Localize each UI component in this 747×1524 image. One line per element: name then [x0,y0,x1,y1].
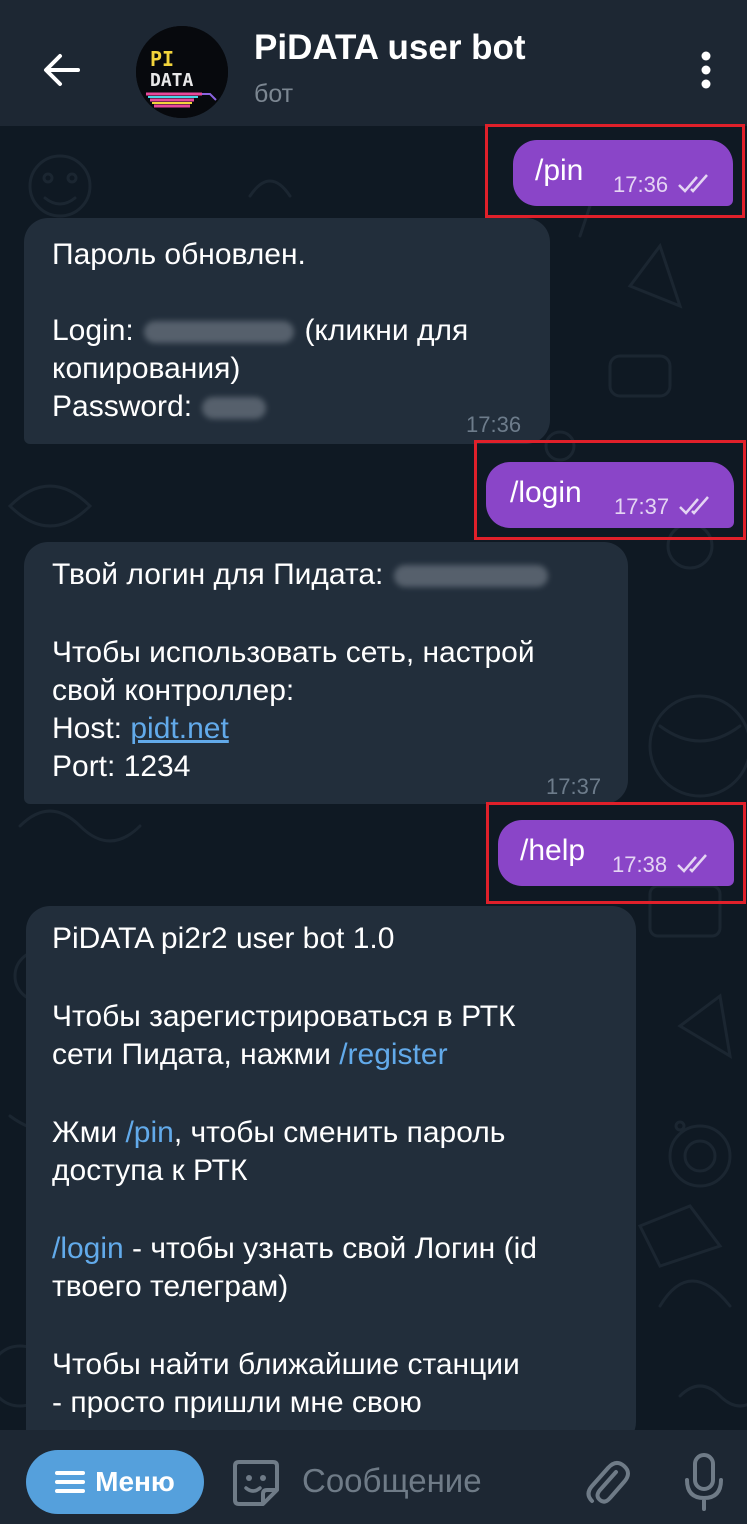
message-line: доступа к РТК [52,1154,248,1187]
host-label: Host: [52,712,123,745]
message-fragment: , чтобы сменить пароль [173,1116,506,1149]
password-line: Password: [52,388,268,426]
login-line: Login: (кликни для [52,312,468,350]
message-line: Чтобы зарегистрироваться в РТК [52,1000,516,1033]
login-cmd-line: /login - чтобы узнать свой Логин (id [52,1230,537,1268]
highlight-box [486,802,746,904]
message-composer: Меню [0,1430,747,1524]
pin-line: Жми /pin, чтобы сменить пароль [52,1114,505,1152]
register-command-link[interactable]: /register [339,1038,447,1071]
register-line: сети Пидата, нажми /register [52,1036,448,1074]
login-info-label: Твой логин для Пидата: [52,558,384,591]
back-button[interactable] [36,44,88,96]
message-line: Чтобы использовать сеть, настрой [52,636,535,669]
incoming-message[interactable]: Пароль обновлен. Login: (кликни для копи… [24,218,550,444]
port-line: Port: 1234 [52,750,191,783]
message-input[interactable] [300,1452,564,1510]
incoming-message[interactable]: PiDATA pi2r2 user bot 1.0 Чтобы зарегист… [26,906,636,1446]
login-label: Login: [52,314,134,347]
message-fragment: сети Пидата, нажми [52,1038,331,1071]
password-label: Password: [52,390,193,423]
login-command-link[interactable]: /login [52,1232,124,1265]
avatar-text-bottom: DATA [150,70,194,91]
pin-command-link[interactable]: /pin [125,1116,173,1149]
microphone-icon[interactable] [680,1452,728,1512]
host-link[interactable]: pidt.net [130,712,228,745]
incoming-message[interactable]: Твой логин для Пидата: Чтобы использоват… [24,542,628,804]
highlight-box [474,440,746,540]
chat-header: PI DATA PiDATA user bot бот [0,0,747,126]
hamburger-icon [55,1471,86,1493]
login-info-line: Твой логин для Пидата: [52,556,550,594]
blurred-login[interactable] [393,565,548,588]
sticker-icon[interactable] [229,1456,283,1510]
message-line: PiDATA pi2r2 user bot 1.0 [52,922,395,955]
avatar-text-top: PI [150,47,174,71]
message-time: 17:37 [546,774,602,799]
message-line: - просто пришли мне свою [52,1386,422,1419]
host-line: Host: pidt.net [52,710,229,748]
message-line: твоего телеграм) [52,1270,289,1303]
arrow-left-icon [44,54,80,86]
more-vertical-icon [701,51,711,89]
bot-avatar[interactable]: PI DATA [136,26,228,118]
message-fragment: Жми [52,1116,118,1149]
menu-label: Меню [95,1466,175,1497]
message-line: Пароль обновлен. [52,238,306,271]
blurred-login[interactable] [144,321,295,344]
chat-title[interactable]: PiDATA user bot [254,28,526,68]
login-note-line: копирования) [52,352,241,385]
message-time: 17:36 [466,412,522,437]
blurred-password[interactable] [202,397,267,420]
message-fragment: - чтобы узнать свой Логин (id [123,1232,537,1265]
paperclip-icon[interactable] [582,1456,632,1506]
message-line: Чтобы найти ближайшие станции [52,1348,520,1381]
message-line: свой контроллер: [52,674,295,707]
menu-button[interactable]: Меню [26,1450,204,1514]
chat-subtitle: бот [254,80,294,108]
highlight-box [485,124,745,218]
more-button[interactable] [686,44,726,96]
login-note: (кликни для [304,314,469,347]
